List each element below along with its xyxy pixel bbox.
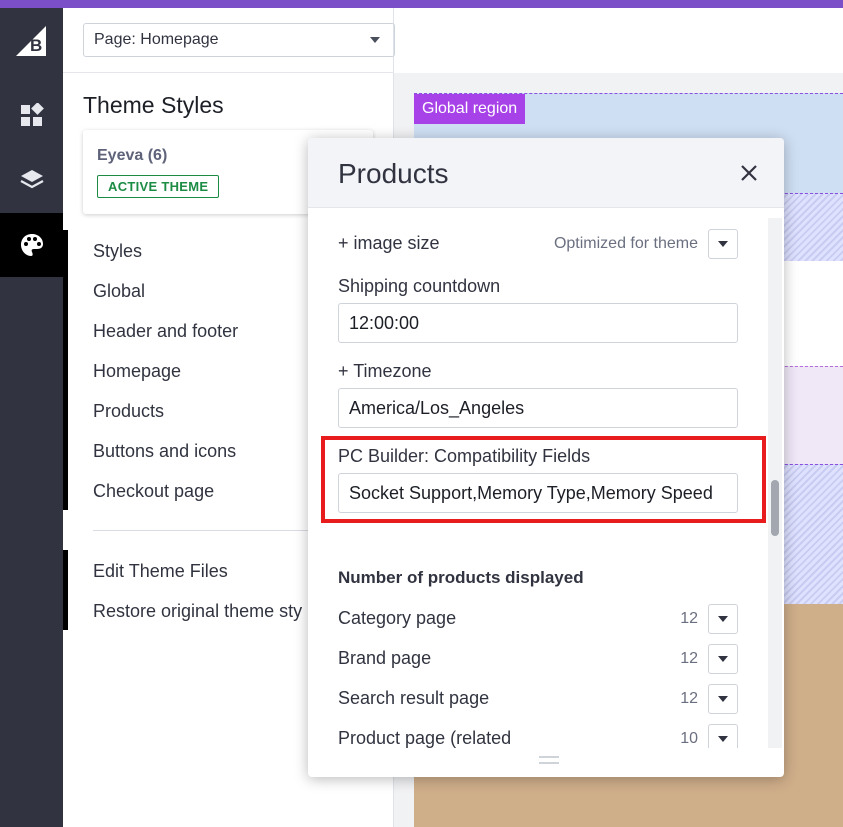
active-theme-badge: ACTIVE THEME (97, 175, 220, 198)
close-icon[interactable] (740, 164, 758, 182)
modal-header: Products (308, 138, 784, 208)
header-divider (63, 72, 394, 73)
product-page-related-value: 10 (680, 730, 698, 747)
theme-name: Eyeva (6) (97, 147, 168, 164)
region-label: Global region (414, 94, 526, 124)
products-modal: Products + image size Optimized for them… (308, 138, 784, 777)
highlight-box (321, 436, 766, 523)
image-size-select[interactable] (708, 229, 738, 259)
search-result-page-value: 12 (680, 690, 698, 707)
chevron-down-icon (370, 37, 380, 43)
page-select-dropdown[interactable]: Page: Homepage (83, 23, 395, 57)
nav-item-homepage[interactable]: Homepage (93, 361, 181, 382)
svg-text:B: B (30, 36, 42, 55)
nav-item-products[interactable]: Products (93, 401, 164, 422)
theme-palette-icon[interactable] (0, 213, 63, 277)
nav-item-buttons-icons[interactable]: Buttons and icons (93, 441, 236, 462)
nav-item-header-footer[interactable]: Header and footer (93, 321, 238, 342)
product-page-related-label: Product page (related (338, 728, 512, 748)
image-size-value: Optimized for theme (553, 235, 698, 252)
top-accent-bar (0, 0, 843, 8)
nav-item-global[interactable]: Global (93, 281, 145, 302)
page-select-value: Page: Homepage (94, 31, 219, 48)
drag-handle-icon[interactable] (539, 756, 559, 764)
brand-page-select[interactable] (708, 644, 738, 674)
edit-theme-files-link[interactable]: Edit Theme Files (93, 561, 228, 582)
product-page-related-select[interactable] (708, 724, 738, 748)
layers-icon[interactable] (0, 148, 63, 212)
timezone-label[interactable]: + Timezone (338, 361, 432, 382)
nav-item-checkout[interactable]: Checkout page (93, 481, 214, 502)
left-rail: B (0, 8, 63, 827)
nav-item-styles[interactable]: Styles (93, 241, 142, 262)
modal-scrollbar-thumb[interactable] (771, 480, 779, 536)
shipping-countdown-input[interactable] (338, 303, 738, 343)
modal-title: Products (338, 158, 449, 189)
category-page-label: Category page (338, 608, 457, 628)
modal-body: + image size Optimized for theme Shippin… (308, 208, 784, 748)
panel-title: Theme Styles (83, 92, 224, 118)
nav-footer-marker (63, 550, 68, 630)
search-result-page-select[interactable] (708, 684, 738, 714)
category-page-value: 12 (680, 610, 698, 627)
products-displayed-heading: Number of products displayed (338, 568, 584, 587)
shipping-countdown-label: Shipping countdown (338, 276, 501, 296)
image-size-label[interactable]: + image size (338, 233, 440, 254)
category-page-select[interactable] (708, 604, 738, 634)
bigcommerce-logo-icon[interactable]: B (16, 26, 46, 56)
timezone-input[interactable] (338, 388, 738, 428)
nav-section-marker (63, 230, 68, 510)
brand-page-label: Brand page (338, 648, 432, 668)
brand-page-value: 12 (680, 650, 698, 667)
search-result-page-label: Search result page (338, 688, 490, 708)
restore-theme-link[interactable]: Restore original theme sty (93, 601, 302, 622)
dashboard-icon[interactable] (0, 84, 63, 148)
